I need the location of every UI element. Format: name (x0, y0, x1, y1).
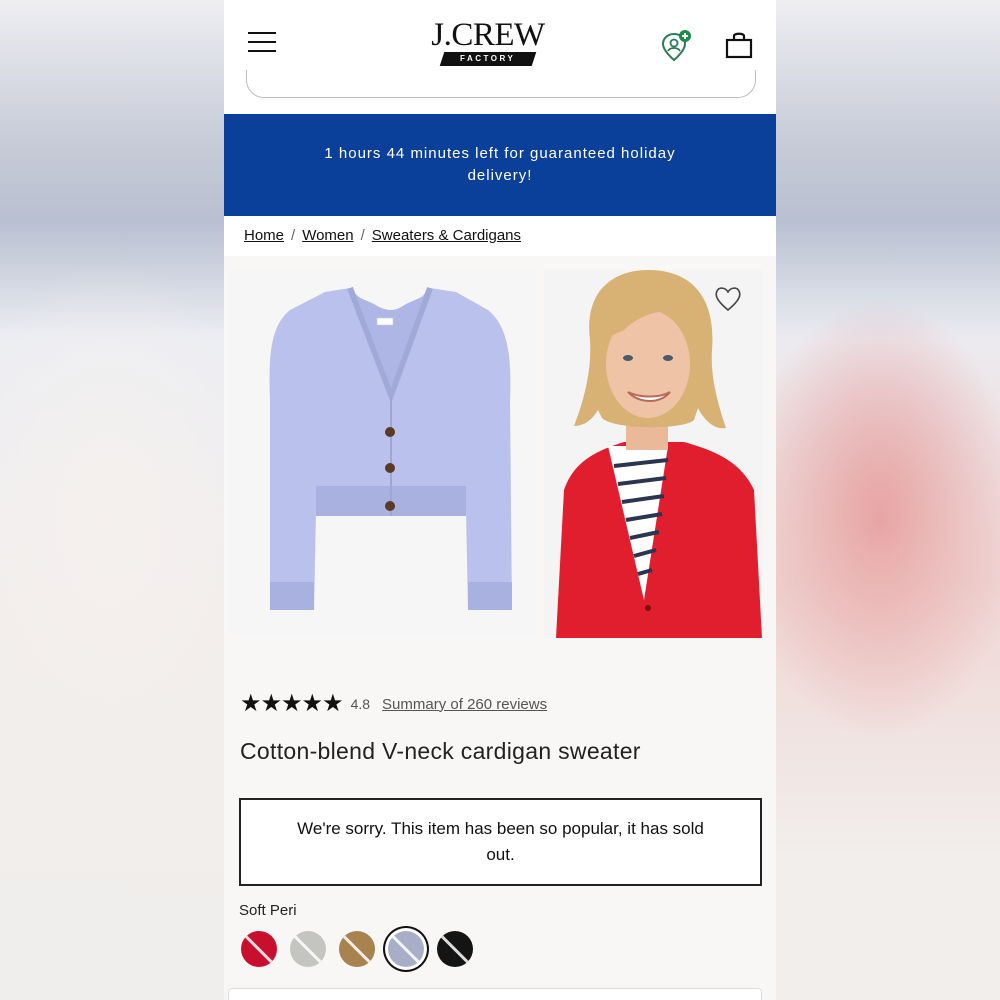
product-rating: ★★★★★ 4.8 Summary of 260 reviews (240, 692, 547, 716)
phone-screen: J.CREW FACTORY 1 hours 44 minutes left f… (224, 0, 776, 1000)
color-swatch-1[interactable] (241, 931, 277, 967)
color-swatch-2[interactable] (290, 931, 326, 967)
heart-icon[interactable] (714, 286, 742, 312)
star-rating-icon: ★★★★★ (240, 690, 344, 717)
brand-logo-text: J.CREW (431, 17, 545, 53)
product-image-flat[interactable] (230, 270, 536, 638)
selected-color-label: Soft Peri (239, 902, 297, 919)
site-header: J.CREW FACTORY (224, 0, 776, 98)
search-bar[interactable] (246, 70, 756, 98)
breadcrumb-sweaters-cardigans[interactable]: Sweaters & Cardigans (372, 227, 521, 244)
color-swatch-4[interactable] (388, 931, 424, 967)
breadcrumb-women[interactable]: Women (302, 227, 353, 244)
color-swatch-3[interactable] (339, 931, 375, 967)
color-swatches (241, 931, 486, 967)
sold-out-message: We're sorry. This item has been so popul… (297, 819, 704, 864)
shopping-bag-icon[interactable] (724, 30, 754, 60)
account-icon[interactable] (661, 30, 691, 62)
promo-text: 1 hours 44 minutes left for guaranteed h… (324, 145, 676, 184)
hamburger-menu-icon[interactable] (248, 32, 276, 52)
breadcrumb-separator: / (360, 227, 365, 244)
product-title: Cotton-blend V-neck cardigan sweater (240, 738, 641, 764)
reviews-summary-link[interactable]: Summary of 260 reviews (382, 696, 547, 713)
promo-banner: 1 hours 44 minutes left for guaranteed h… (224, 114, 776, 216)
sold-out-notice: We're sorry. This item has been so popul… (239, 798, 762, 886)
brand-logo-tag: FACTORY (439, 52, 537, 66)
brand-logo[interactable]: J.CREW FACTORY (420, 18, 556, 72)
breadcrumb-home[interactable]: Home (244, 227, 284, 244)
product-gallery: ★★★★★ 4.8 Summary of 260 reviews Cotton-… (224, 256, 776, 1000)
size-selector-card (228, 988, 762, 1000)
product-image-model[interactable] (544, 270, 762, 638)
rating-value: 4.8 (350, 696, 371, 712)
breadcrumb: Home / Women / Sweaters & Cardigans (244, 227, 521, 244)
breadcrumb-separator: / (291, 227, 296, 244)
color-swatch-5[interactable] (437, 931, 473, 967)
